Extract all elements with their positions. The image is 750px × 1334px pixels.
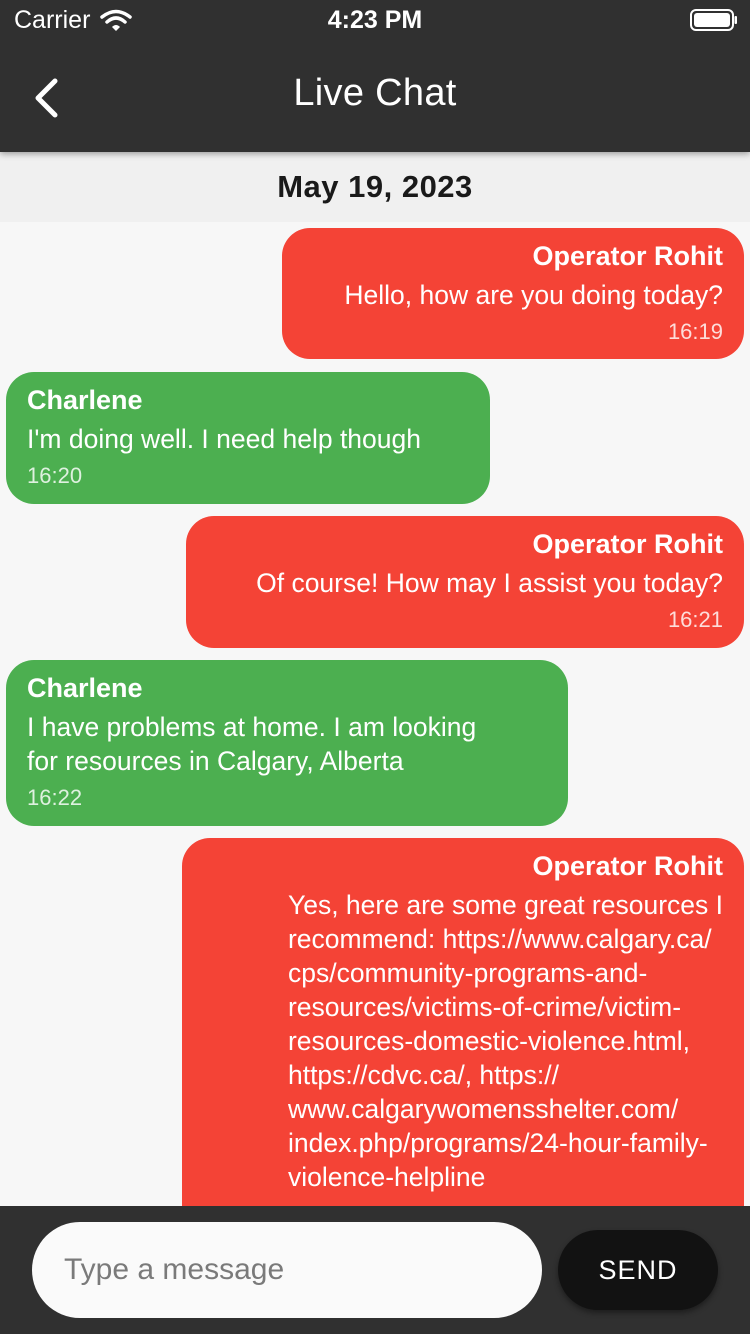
- status-time: 4:23 PM: [327, 6, 423, 34]
- message-text: Yes, here are some great resources I rec…: [287, 890, 723, 1192]
- message-bubble-operator: Operator Rohit Yes, here are some great …: [182, 838, 744, 1206]
- date-header: May 19, 2023: [0, 152, 750, 222]
- app-bar: Carrier 4:23 PM Live Chat: [0, 0, 750, 152]
- message-text: I have problems at home. I am looking fo…: [27, 712, 477, 776]
- sender-name: Operator Rohit: [532, 529, 723, 559]
- sender-name: Operator Rohit: [532, 851, 723, 881]
- message-time: 16:19: [667, 319, 723, 344]
- composer-bar: SEND: [0, 1206, 750, 1334]
- sender-name: Charlene: [27, 673, 143, 703]
- message-bubble-operator: Operator Rohit Of course! How may I assi…: [186, 516, 744, 648]
- sender-name: Operator Rohit: [532, 241, 723, 271]
- page-title: Live Chat: [293, 72, 457, 114]
- message-input[interactable]: [32, 1222, 542, 1318]
- message-text: I'm doing well. I need help though: [27, 424, 421, 454]
- battery-icon: [690, 9, 737, 31]
- message-text: Of course! How may I assist you today?: [256, 568, 723, 598]
- sender-name: Charlene: [27, 385, 143, 415]
- send-button[interactable]: SEND: [558, 1230, 718, 1310]
- message-bubble-operator: Operator Rohit Hello, how are you doing …: [282, 228, 744, 359]
- message-list[interactable]: Operator Rohit Hello, how are you doing …: [0, 222, 750, 1206]
- status-bar: Carrier 4:23 PM: [0, 0, 750, 40]
- message-bubble-user: Charlene I'm doing well. I need help tho…: [6, 372, 490, 504]
- message-time: 16:20: [27, 463, 83, 488]
- message-time: 16:21: [667, 607, 723, 632]
- live-chat-screen: Carrier 4:23 PM Live Chat May 19, 2023 O…: [0, 0, 750, 1334]
- message-text: Hello, how are you doing today?: [344, 280, 723, 310]
- message-time: 16:22: [27, 785, 83, 810]
- message-bubble-user: Charlene I have problems at home. I am l…: [6, 660, 568, 826]
